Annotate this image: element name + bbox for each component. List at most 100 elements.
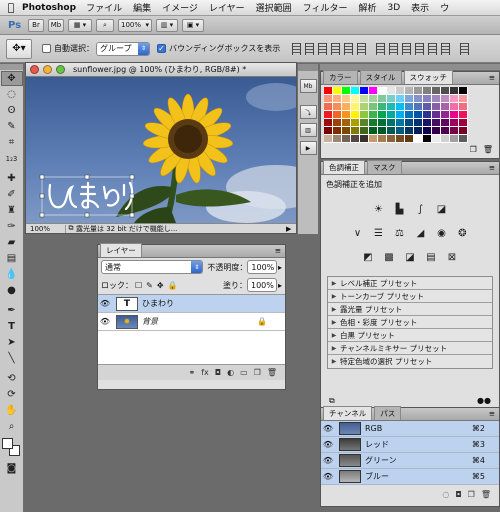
auto-select-checkbox[interactable] [42, 44, 51, 53]
swatch[interactable] [459, 87, 468, 95]
status-menu-arrow-icon[interactable]: ▶ [286, 225, 296, 233]
swatch[interactable] [396, 87, 405, 95]
trash-icon[interactable]: 🗑 [267, 368, 277, 377]
preset-channel-mixer[interactable]: ▶ チャンネルミキサー プリセット [328, 342, 492, 355]
eraser-tool[interactable]: ▰ [1, 235, 23, 250]
swatch[interactable] [378, 87, 387, 95]
swatch[interactable] [423, 111, 432, 119]
swatch[interactable] [342, 135, 351, 143]
fill-input[interactable]: 100% [246, 278, 277, 292]
swatch[interactable] [414, 119, 423, 127]
tool-preset-picker[interactable]: ✥▾ [6, 38, 32, 59]
fill-slider-arrow-icon[interactable]: ▸ [278, 281, 282, 290]
swatch[interactable] [342, 127, 351, 135]
trash-icon[interactable]: 🗑 [483, 145, 493, 154]
disclosure-triangle-icon[interactable]: ▶ [328, 280, 340, 287]
swatch[interactable] [423, 119, 432, 127]
swatch[interactable] [450, 87, 459, 95]
swatch[interactable] [351, 119, 360, 127]
swatch[interactable] [324, 87, 333, 95]
tab-masks[interactable]: マスク [367, 160, 402, 174]
swatch[interactable] [432, 87, 441, 95]
tab-adjustments[interactable]: 色調補正 [323, 160, 365, 174]
distribute-top-icon[interactable] [376, 42, 386, 55]
minibridge-button[interactable]: Mb [48, 18, 64, 32]
swatch[interactable] [414, 87, 423, 95]
swatch[interactable] [333, 103, 342, 111]
swatch[interactable] [450, 119, 459, 127]
save-selection-icon[interactable]: ◘ [455, 490, 461, 499]
preset-hue-saturation[interactable]: ▶ 色相・彩度 プリセット [328, 316, 492, 329]
menu-image[interactable]: イメージ [162, 1, 198, 14]
swatch[interactable] [405, 127, 414, 135]
crop-tool[interactable]: ⌗ [1, 135, 23, 150]
swatch[interactable] [342, 87, 351, 95]
channel-row-rgb[interactable]: 👁 RGB ⌘2 [321, 421, 499, 437]
swatch[interactable] [369, 135, 378, 143]
swatch[interactable] [423, 95, 432, 103]
close-window-icon[interactable] [30, 65, 39, 74]
document-titlebar[interactable]: sunflower.jpg @ 100% (ひまわり, RGB/8#) * [26, 63, 296, 77]
disclosure-triangle-icon[interactable]: ▶ [328, 306, 340, 313]
swatch[interactable] [459, 103, 468, 111]
brightness-icon[interactable]: ☀ [371, 202, 386, 216]
swatch[interactable] [351, 111, 360, 119]
swatch[interactable] [378, 135, 387, 143]
bridge-button[interactable]: Br [28, 18, 44, 32]
swatch[interactable] [396, 135, 405, 143]
swatch[interactable] [387, 111, 396, 119]
opacity-input[interactable]: 100% [247, 260, 277, 274]
swatch[interactable] [450, 111, 459, 119]
swatch[interactable] [387, 127, 396, 135]
tab-color[interactable]: カラー [323, 70, 358, 84]
swatch[interactable] [324, 127, 333, 135]
swatch[interactable] [378, 111, 387, 119]
status-info-icon[interactable]: ⧉ [66, 224, 76, 233]
swatch[interactable] [333, 111, 342, 119]
distribute-hcenter-icon[interactable] [428, 42, 438, 55]
swatch[interactable] [360, 135, 369, 143]
tab-channels[interactable]: チャンネル [323, 406, 373, 420]
swatch[interactable] [441, 111, 450, 119]
menu-analysis[interactable]: 解析 [359, 1, 377, 14]
swatch[interactable] [378, 103, 387, 111]
menu-layer[interactable]: レイヤー [209, 1, 245, 14]
type-tool[interactable]: T [1, 319, 23, 334]
swatch[interactable] [387, 119, 396, 127]
swatch[interactable] [369, 95, 378, 103]
layer-row-text[interactable]: 👁 T ひまわり [98, 295, 285, 313]
exposure-icon[interactable]: ◪ [434, 202, 449, 216]
swatch[interactable] [351, 127, 360, 135]
swatch[interactable] [342, 111, 351, 119]
swatch[interactable] [441, 119, 450, 127]
panel-menu-icon[interactable]: ≡ [489, 163, 495, 172]
apple-menu-icon[interactable]:  [0, 1, 22, 14]
swatch[interactable] [441, 127, 450, 135]
swatch[interactable] [459, 135, 468, 143]
swatch[interactable] [369, 127, 378, 135]
layer-name[interactable]: 背景 [142, 316, 257, 327]
swatch[interactable] [387, 87, 396, 95]
swatch[interactable] [450, 135, 459, 143]
swatch[interactable] [360, 127, 369, 135]
menu-file[interactable]: ファイル [86, 1, 122, 14]
swatch[interactable] [324, 95, 333, 103]
path-select-tool[interactable]: ➤ [1, 335, 23, 350]
add-mask-icon[interactable]: ◘ [215, 368, 221, 377]
panel-options-icon[interactable]: ●● [477, 396, 491, 406]
swatch[interactable] [360, 87, 369, 95]
tab-paths[interactable]: パス [374, 406, 402, 420]
align-left-icon[interactable] [331, 42, 341, 55]
swatch[interactable] [396, 95, 405, 103]
dodge-tool[interactable]: ● [1, 283, 23, 298]
preset-exposure[interactable]: ▶ 露光量 プリセット [328, 303, 492, 316]
swatch[interactable] [396, 103, 405, 111]
blend-mode-select[interactable]: 通常 ⇕ [101, 260, 204, 274]
hue-saturation-icon[interactable]: ☰ [371, 226, 386, 240]
pen-tool[interactable]: ✒ [1, 303, 23, 318]
swatch[interactable] [351, 87, 360, 95]
new-layer-icon[interactable]: ❐ [254, 368, 261, 377]
swatch[interactable] [441, 95, 450, 103]
brush-tool[interactable]: ✐ [1, 187, 23, 202]
move-tool[interactable]: ✥ [0, 71, 23, 86]
